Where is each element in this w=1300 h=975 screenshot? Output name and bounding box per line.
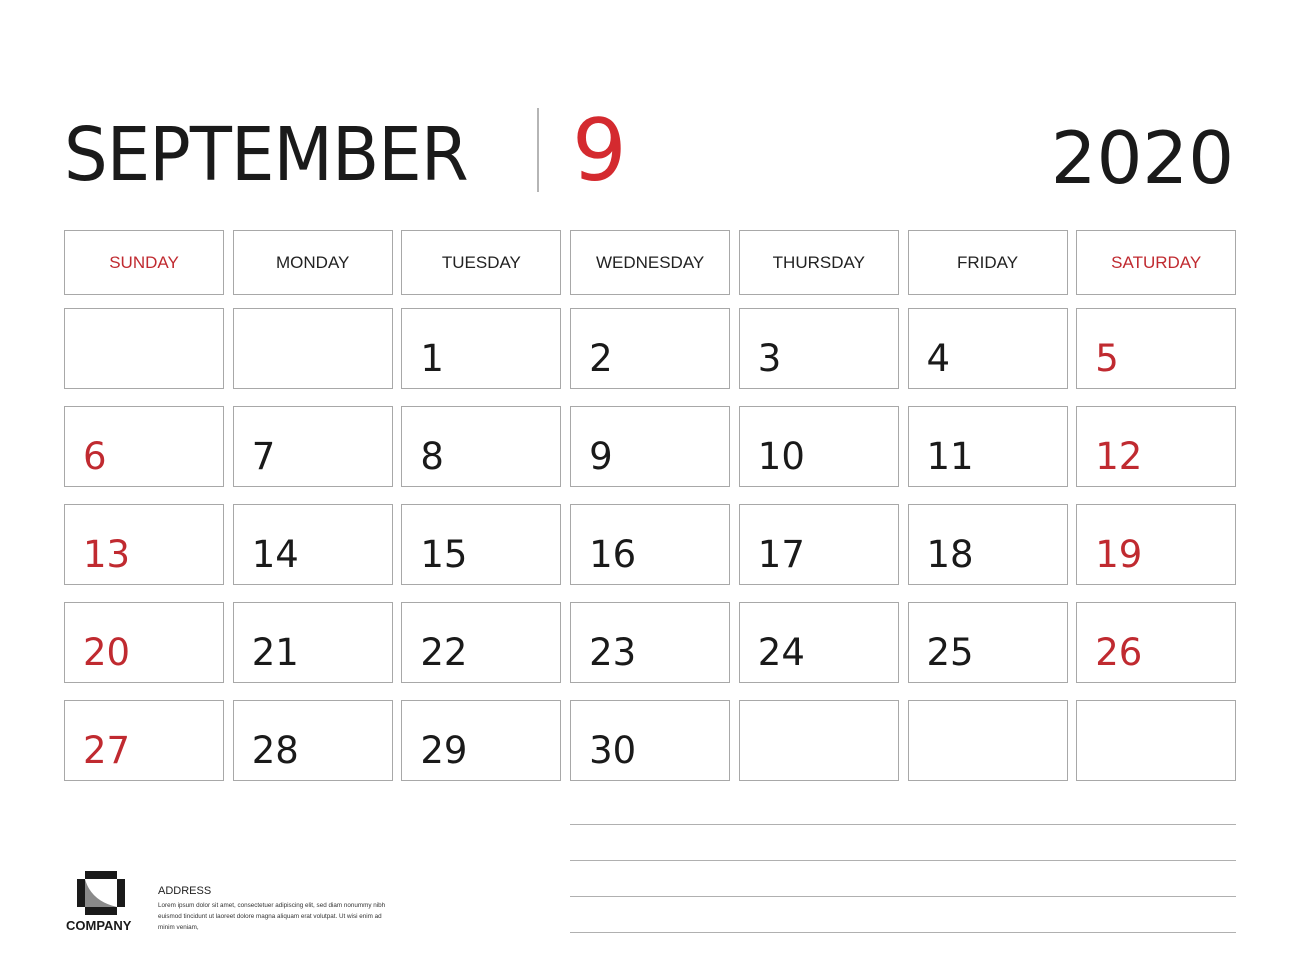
day-number: 25 <box>926 631 974 674</box>
month-number: 9 <box>572 101 627 201</box>
day-number: 5 <box>1095 337 1119 380</box>
empty-day-cell[interactable] <box>64 308 224 389</box>
day-number: 13 <box>83 533 131 576</box>
day-cell[interactable]: 5 <box>1076 308 1237 389</box>
address-body: Lorem ipsum dolor sit amet, consectetuer… <box>158 902 386 931</box>
header-divider <box>537 108 539 192</box>
day-cell[interactable]: 4 <box>907 308 1068 389</box>
empty-day-cell[interactable] <box>232 308 393 389</box>
day-cell[interactable]: 22 <box>401 602 562 683</box>
day-cell[interactable]: 3 <box>738 308 899 389</box>
day-number: 21 <box>251 631 299 674</box>
empty-day-cell[interactable] <box>907 700 1068 781</box>
day-number: 10 <box>757 435 805 478</box>
day-cell[interactable]: 1 <box>401 308 562 389</box>
day-cell[interactable]: 20 <box>64 602 224 683</box>
note-line <box>570 860 1236 861</box>
day-cell[interactable]: 2 <box>570 308 731 389</box>
day-number: 9 <box>589 435 613 478</box>
day-cell[interactable]: 17 <box>738 504 899 585</box>
note-line <box>570 824 1236 825</box>
day-number: 24 <box>757 631 805 674</box>
day-cell[interactable]: 23 <box>570 602 731 683</box>
weekday-header: TUESDAY <box>401 230 562 295</box>
day-number: 8 <box>420 435 444 478</box>
day-cell[interactable]: 19 <box>1076 504 1237 585</box>
year: 2020 <box>1050 116 1234 200</box>
day-number: 6 <box>83 435 107 478</box>
day-number: 29 <box>420 729 468 772</box>
day-cell[interactable]: 27 <box>64 700 224 781</box>
empty-day-cell[interactable] <box>738 700 899 781</box>
weekday-header: THURSDAY <box>738 230 899 295</box>
day-cell[interactable]: 18 <box>907 504 1068 585</box>
day-number: 12 <box>1095 435 1143 478</box>
day-cell[interactable]: 12 <box>1076 406 1237 487</box>
weekday-header: SUNDAY <box>64 230 224 295</box>
month-name: SEPTEMBER <box>64 112 469 198</box>
day-cell[interactable]: 9 <box>570 406 731 487</box>
day-number: 27 <box>83 729 131 772</box>
day-cell[interactable]: 29 <box>401 700 562 781</box>
weekday-header: FRIDAY <box>907 230 1068 295</box>
day-number: 4 <box>926 337 951 380</box>
day-cell[interactable]: 30 <box>570 700 731 781</box>
day-cell[interactable]: 13 <box>64 504 224 585</box>
day-number: 28 <box>251 729 299 772</box>
day-number: 11 <box>926 435 974 478</box>
day-cell[interactable]: 16 <box>570 504 731 585</box>
day-number: 20 <box>83 631 131 674</box>
day-cell[interactable]: 25 <box>907 602 1068 683</box>
weekday-header: SATURDAY <box>1076 230 1237 295</box>
day-number: 17 <box>757 533 805 576</box>
weekday-header: WEDNESDAY <box>570 230 731 295</box>
note-line <box>570 932 1236 933</box>
day-number: 23 <box>589 631 637 674</box>
empty-day-cell[interactable] <box>1076 700 1237 781</box>
day-number: 26 <box>1095 631 1143 674</box>
day-number: 2 <box>589 337 613 380</box>
day-cell[interactable]: 14 <box>232 504 393 585</box>
day-cell[interactable]: 21 <box>232 602 393 683</box>
company-logo-icon <box>77 871 125 915</box>
day-cell[interactable]: 11 <box>907 406 1068 487</box>
day-number: 19 <box>1095 533 1143 576</box>
day-number: 7 <box>251 435 276 478</box>
day-cell[interactable]: 8 <box>401 406 562 487</box>
day-number: 18 <box>926 533 974 576</box>
day-number: 16 <box>589 533 637 576</box>
day-cell[interactable]: 7 <box>232 406 393 487</box>
day-number: 15 <box>420 533 468 576</box>
day-number: 3 <box>757 337 782 380</box>
day-number: 30 <box>589 729 637 772</box>
day-cell[interactable]: 24 <box>738 602 899 683</box>
day-cell[interactable]: 15 <box>401 504 562 585</box>
note-line <box>570 896 1236 897</box>
day-number: 1 <box>420 337 444 380</box>
address-title: ADDRESS <box>158 885 212 897</box>
weekday-header: MONDAY <box>232 230 393 295</box>
day-number: 14 <box>251 533 299 576</box>
day-number: 22 <box>420 631 468 674</box>
day-cell[interactable]: 6 <box>64 406 224 487</box>
day-cell[interactable]: 26 <box>1076 602 1237 683</box>
company-name: COMPANY <box>66 918 132 933</box>
day-cell[interactable]: 28 <box>232 700 393 781</box>
day-cell[interactable]: 10 <box>738 406 899 487</box>
